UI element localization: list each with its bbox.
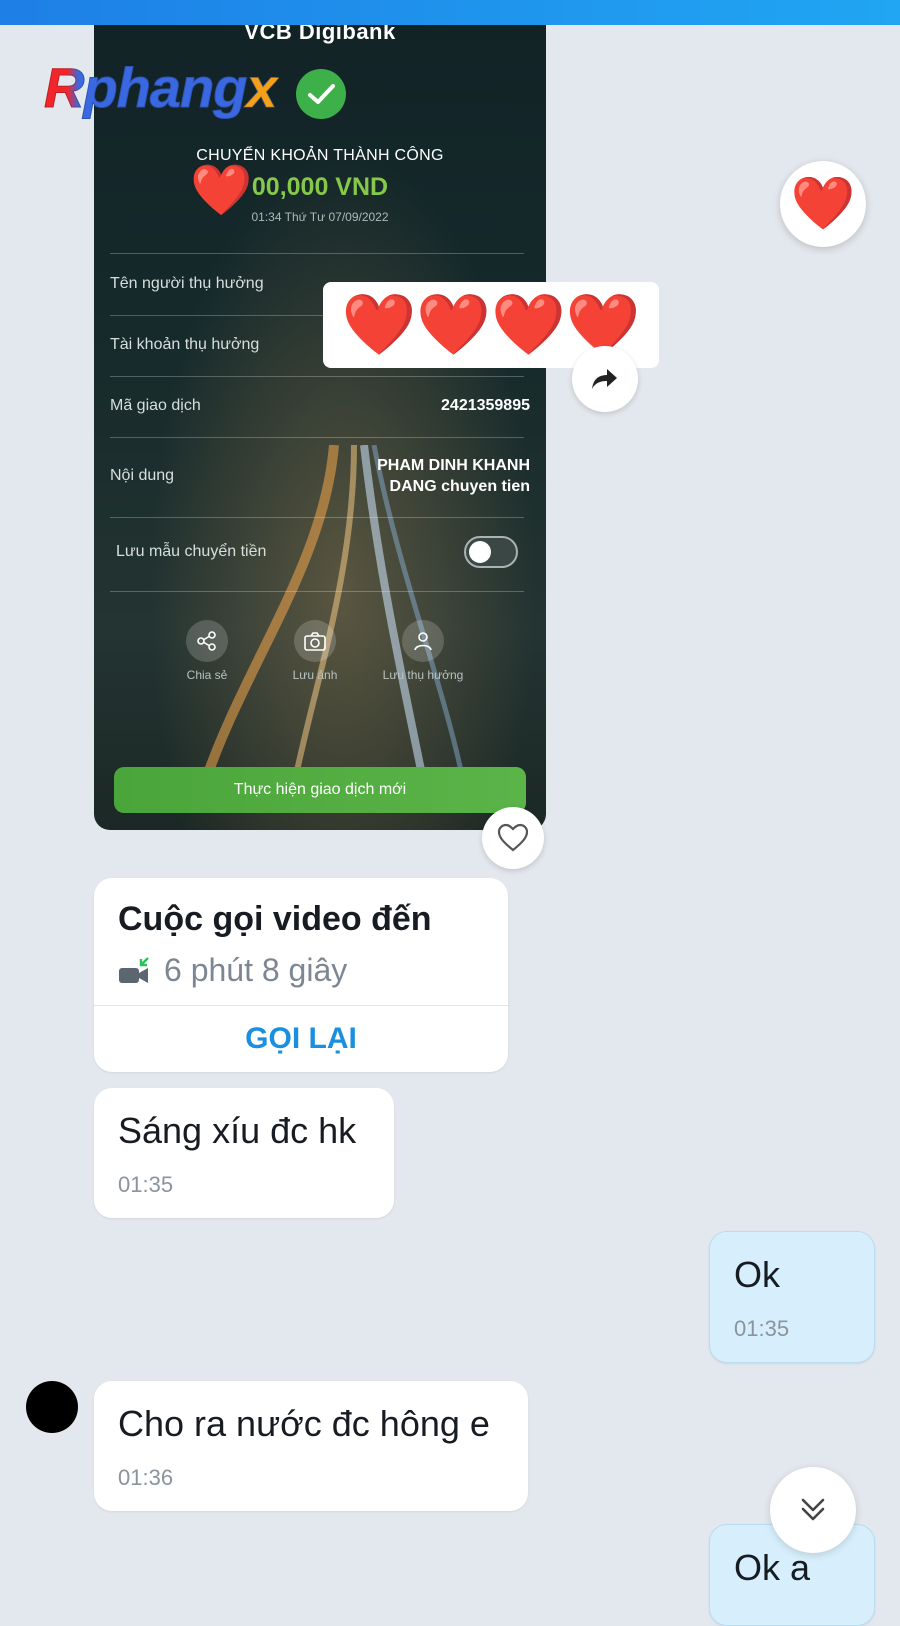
message-time: 01:35 bbox=[118, 1172, 174, 1197]
avatar[interactable] bbox=[26, 1381, 78, 1433]
share-label: Chia sẻ bbox=[186, 668, 228, 682]
content-value-line2: DANG chuyen tien bbox=[389, 478, 530, 495]
share-action[interactable]: Chia sẻ bbox=[152, 620, 262, 682]
status-bar bbox=[0, 0, 900, 25]
divider bbox=[110, 376, 524, 377]
content-label: Nội dung bbox=[110, 467, 175, 484]
divider bbox=[110, 591, 524, 592]
watermark-accent: x bbox=[246, 56, 278, 120]
transaction-id-label: Mã giao dịch bbox=[110, 397, 201, 414]
toggle-knob bbox=[469, 541, 491, 563]
content-value-line1: PHAM DINH KHANH bbox=[377, 457, 530, 474]
save-beneficiary-action[interactable]: Lưu thụ hưởng bbox=[368, 620, 478, 682]
camera-icon bbox=[294, 620, 336, 662]
my-message-bubble[interactable]: Ok 01:35 bbox=[709, 1231, 875, 1363]
forward-button[interactable] bbox=[572, 346, 638, 412]
save-beneficiary-label: Lưu thụ hưởng bbox=[382, 668, 464, 682]
beneficiary-name-label: Tên người thụ hưởng bbox=[110, 275, 264, 292]
message-time: 01:35 bbox=[734, 1316, 790, 1341]
scroll-to-bottom-button[interactable] bbox=[770, 1467, 856, 1553]
user-icon bbox=[402, 620, 444, 662]
message-bubble[interactable]: Sáng xíu đc hk 01:35 bbox=[94, 1088, 394, 1218]
beneficiary-account-label: Tài khoản thụ hưởng bbox=[110, 336, 260, 353]
call-title: Cuộc gọi video đến bbox=[118, 900, 432, 938]
message-time: 01:36 bbox=[118, 1465, 174, 1490]
transfer-amount: 00,000 VND bbox=[251, 173, 389, 201]
double-chevron-down-icon bbox=[801, 1498, 825, 1521]
success-check-icon bbox=[296, 69, 346, 119]
like-button[interactable] bbox=[482, 807, 544, 869]
message-text: Ok a bbox=[734, 1547, 811, 1588]
transaction-id-value: 2421359895 bbox=[441, 397, 530, 414]
call-duration-text: 6 phút 8 giây bbox=[164, 952, 348, 988]
heart-sticker: ❤️ bbox=[190, 162, 253, 218]
bank-receipt-image[interactable]: VCB Digibank CHUYỂN KHOẢN THÀNH CÔNG 00,… bbox=[94, 25, 546, 830]
incoming-video-call-icon bbox=[119, 956, 149, 983]
heart-outline-icon bbox=[497, 823, 529, 852]
call-back-button[interactable]: GỌI LẠI bbox=[94, 1005, 508, 1072]
call-duration: 6 phút 8 giây bbox=[118, 952, 347, 989]
save-image-action[interactable]: Lưu ảnh bbox=[260, 620, 370, 682]
divider bbox=[110, 517, 524, 518]
bank-app-title: VCB Digibank bbox=[244, 25, 396, 44]
watermark-logo: Rphangx bbox=[43, 55, 278, 120]
message-bubble[interactable]: Cho ra nước đc hông e 01:36 bbox=[94, 1381, 528, 1511]
road-background bbox=[204, 445, 464, 785]
heart-reaction-button[interactable]: ❤️ bbox=[780, 161, 866, 247]
watermark-main: Rphang bbox=[43, 56, 247, 120]
save-image-label: Lưu ảnh bbox=[292, 668, 338, 682]
message-text: Ok bbox=[734, 1254, 781, 1295]
divider bbox=[110, 437, 524, 438]
share-icon bbox=[186, 620, 228, 662]
divider bbox=[110, 253, 524, 254]
video-call-card: Cuộc gọi video đến 6 phút 8 giây GỌI LẠI bbox=[94, 878, 508, 1072]
message-text: Sáng xíu đc hk bbox=[118, 1110, 357, 1151]
transfer-timestamp: 01:34 Thứ Tư 07/09/2022 bbox=[251, 210, 389, 224]
forward-icon bbox=[592, 369, 617, 389]
new-transaction-button[interactable]: Thực hiện giao dịch mới bbox=[114, 767, 526, 813]
message-text: Cho ra nước đc hông e bbox=[118, 1403, 490, 1444]
save-template-toggle[interactable] bbox=[464, 536, 518, 568]
success-title: CHUYỂN KHOẢN THÀNH CÔNG bbox=[196, 147, 444, 164]
save-template-label: Lưu mẫu chuyển tiền bbox=[116, 543, 267, 560]
